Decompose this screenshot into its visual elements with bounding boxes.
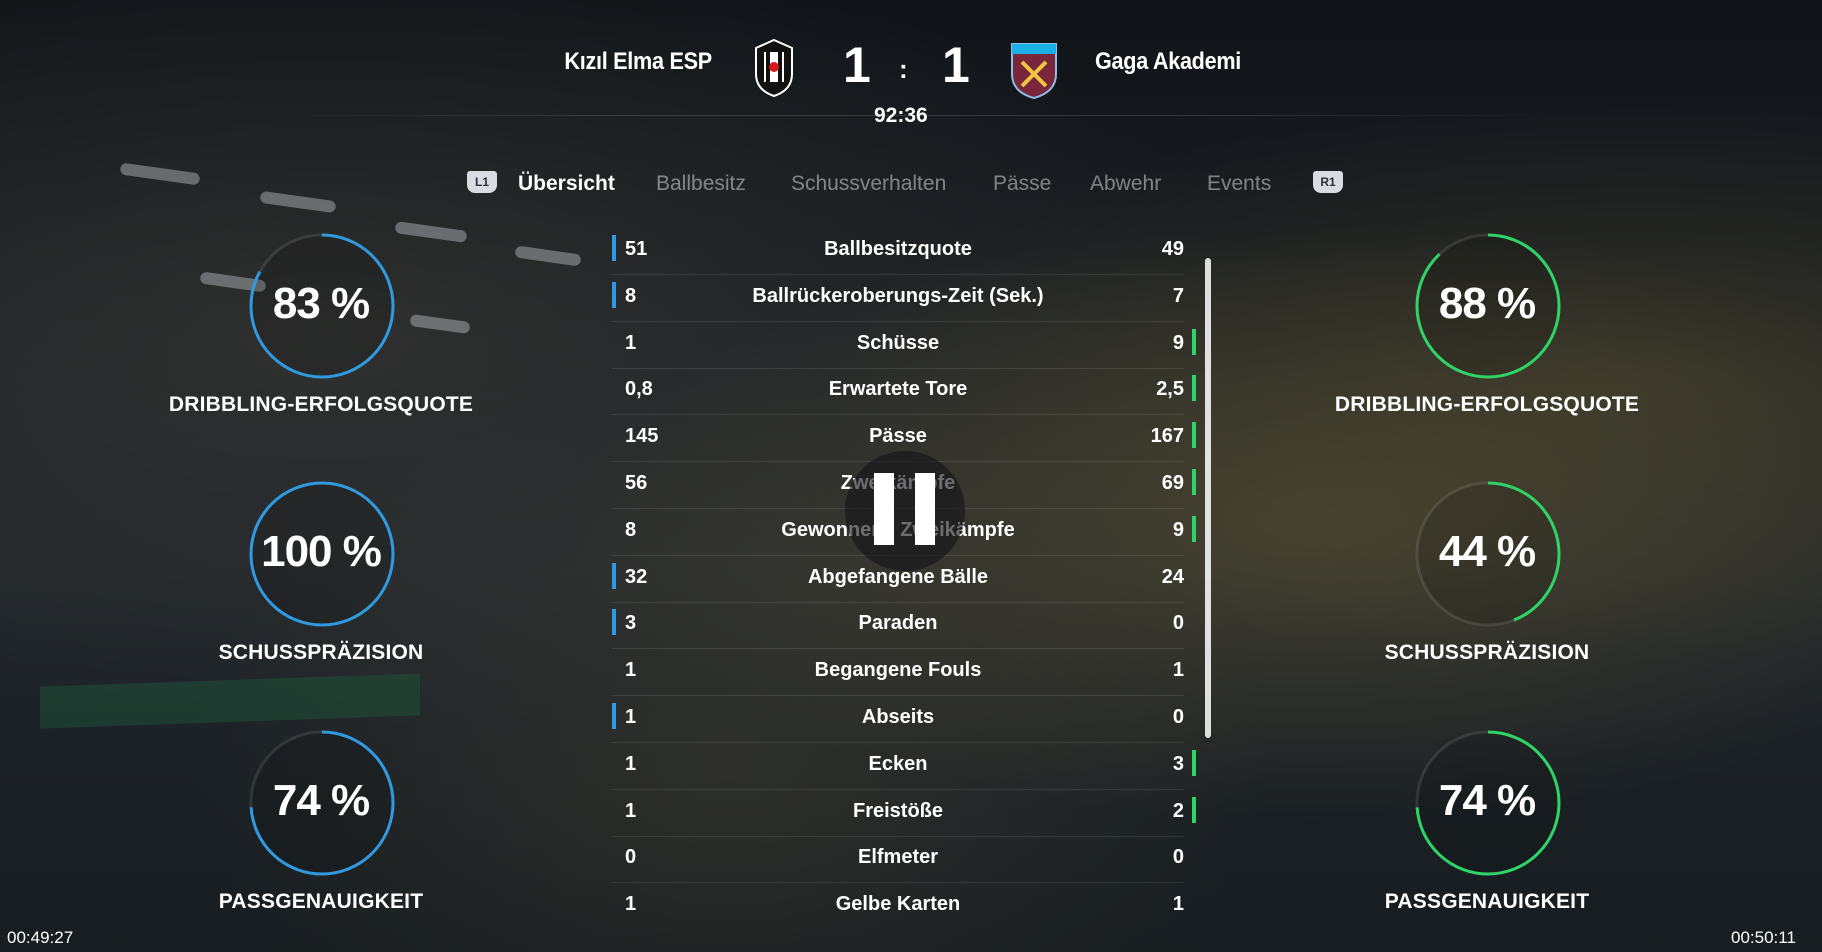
stat-ring: 88 % DRIBBLING-ERFOLGSQUOTE [1307,233,1667,453]
l1-shoulder-button[interactable]: L1 [467,171,497,193]
tab-events[interactable]: Events [1207,172,1271,196]
stat-row: 1 Begangene Fouls 1 [612,649,1184,697]
away-lead-indicator [1192,328,1196,355]
ring-percent-value: 83 % [272,279,370,328]
stat-row: 1 Abseits 0 [612,696,1184,743]
stat-row: 0,8 Erwartete Tore 2,5 [612,368,1196,416]
away-stat-value: 0 [1172,846,1184,869]
away-stat-value: 2,5 [1156,378,1184,401]
ring-label: DRIBBLING-ERFOLGSQUOTE [1334,393,1640,416]
stat-label: Gelbe Karten [835,893,961,916]
stat-row: 1 Freistöße 2 [612,790,1196,837]
match-clock: 92:36 [874,104,928,127]
besiktas-crest-icon [755,38,793,98]
stat-ring: 100 % SCHUSSPRÄZISION [141,481,501,701]
r1-shoulder-button[interactable]: R1 [1313,171,1343,193]
home-team-name: Kızıl Elma ESP [564,48,713,75]
away-stat-value: 3 [1172,752,1184,775]
stat-label: Ecken [868,752,928,775]
away-team-name: Gaga Akademi [1095,48,1242,75]
away-stat-value: 1 [1172,659,1184,682]
away-lead-indicator [1192,422,1196,449]
ring-label: SCHUSSPRÄZISION [218,641,424,664]
away-stat-value: 0 [1172,706,1184,728]
stat-row: 8 Ballrückeroberungs-Zeit (Sek.) 7 [612,275,1184,322]
stat-row: 0 Elfmeter 0 [612,836,1184,884]
tab-paesse[interactable]: Pässe [993,172,1051,196]
ring-label: PASSGENAUIGKEIT [1384,890,1590,913]
away-stat-value: 0 [1172,612,1184,635]
away-stat-value: 167 [1150,425,1184,448]
away-stat-value: 9 [1172,518,1184,541]
stat-ring: 44 % SCHUSSPRÄZISION [1307,481,1667,701]
away-score: 1 [942,37,970,93]
away-stat-value: 24 [1161,565,1184,588]
stat-label: Pässe [869,425,927,448]
stat-ring: 74 % PASSGENAUIGKEIT [141,730,501,950]
stat-row: 51 Ballbesitzquote 49 [612,228,1184,275]
away-stat-value: 7 [1172,284,1184,307]
ring-percent-value: 74 % [1438,776,1536,825]
home-score: 1 [843,37,871,93]
ring-label: DRIBBLING-ERFOLGSQUOTE [168,393,474,416]
stat-label: Elfmeter [857,846,939,869]
stat-label: Abseits [861,706,935,728]
stat-ring: 74 % PASSGENAUIGKEIT [1307,730,1667,950]
tab-schussverhalten[interactable]: Schussverhalten [791,172,946,196]
header-divider [260,115,1560,116]
pause-icon [915,473,935,545]
away-stat-value: 69 [1161,472,1184,494]
stat-row: 1 Schüsse 9 [612,322,1196,369]
away-lead-indicator [1192,375,1196,402]
stat-label: Freistöße [852,799,944,822]
video-total-time: 00:50:11 [1731,928,1796,947]
away-stat-value: 9 [1172,331,1184,354]
away-lead-indicator [1192,796,1196,823]
game-stats-screen: Kızıl Elma ESP 1 : 1 Gaga Akademi 92:36 … [0,0,1822,952]
stat-label: Erwartete Tore [828,378,968,401]
ring-label: PASSGENAUIGKEIT [218,890,424,913]
ring-percent-value: 44 % [1438,527,1536,576]
stat-ring: 83 % DRIBBLING-ERFOLGSQUOTE [141,233,501,453]
stat-label: Ballrückeroberungs-Zeit (Sek.) [752,284,1044,307]
stat-label: Ballbesitzquote [824,238,972,260]
score-separator: : [899,54,908,84]
away-lead-indicator [1192,749,1196,776]
away-stat-value: 49 [1161,238,1184,260]
pause-button[interactable] [845,451,965,571]
stats-scrollbar[interactable] [1205,258,1211,738]
ring-label: SCHUSSPRÄZISION [1384,641,1590,664]
video-elapsed-time: 00:49:27 [7,928,74,947]
ring-percent-value: 88 % [1438,279,1536,328]
stat-row: 3 Paraden 0 [612,602,1184,650]
away-lead-indicator [1192,469,1196,495]
ring-percent-value: 74 % [272,776,370,825]
west-ham-crest-icon [1011,43,1057,100]
pause-icon [874,473,894,545]
stat-row: 1 Ecken 3 [612,743,1196,790]
stat-label: Schüsse [856,331,940,354]
stat-label: Paraden [858,612,938,635]
ring-percent-value: 100 % [261,527,382,576]
tab-abwehr[interactable]: Abwehr [1090,172,1161,196]
tab-uebersicht[interactable]: Übersicht [518,172,615,196]
tab-ballbesitz[interactable]: Ballbesitz [656,172,746,196]
stat-row: 1 Gelbe Karten 1 [612,883,1184,929]
stat-label: Begangene Fouls [814,659,982,682]
away-stat-value: 1 [1172,893,1184,916]
away-lead-indicator [1192,515,1196,542]
away-stat-value: 2 [1172,799,1184,822]
